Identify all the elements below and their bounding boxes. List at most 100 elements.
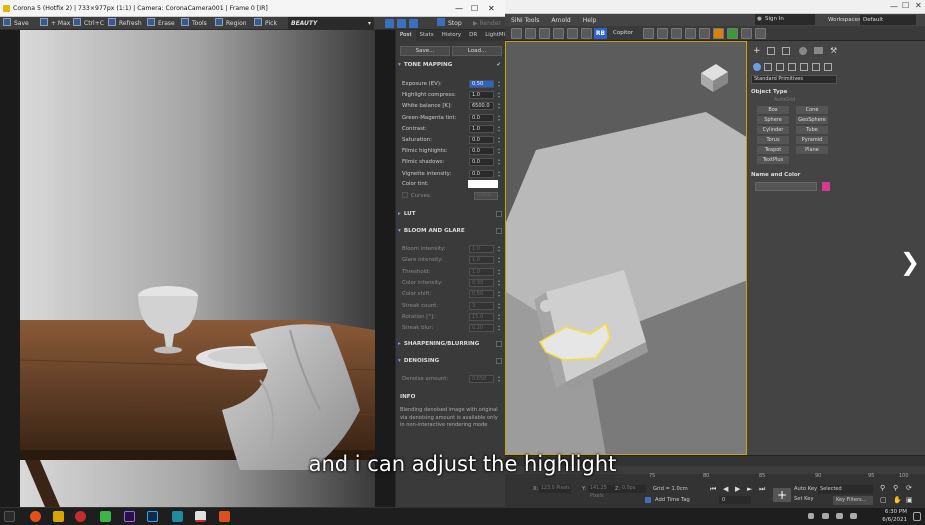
tab-dr[interactable]: DR xyxy=(465,30,481,41)
primitive-button[interactable]: Pyramid xyxy=(796,136,828,144)
zoom-in-icon[interactable] xyxy=(385,19,394,28)
play-icon[interactable]: ▶ xyxy=(735,485,740,493)
region-button[interactable]: Region xyxy=(215,17,247,30)
tools-button[interactable]: Tools xyxy=(181,17,207,30)
layer-icon[interactable] xyxy=(525,28,536,39)
primitive-button[interactable]: Plane xyxy=(796,146,828,154)
keyboard-icon[interactable] xyxy=(850,513,857,519)
save-button[interactable]: Save xyxy=(3,17,29,30)
x-coordinate-field[interactable]: 123.0 Pixels xyxy=(539,485,571,493)
app-icon[interactable] xyxy=(75,511,86,522)
zoom-all-icon[interactable]: ⚲ xyxy=(893,484,898,492)
schematic-icon[interactable] xyxy=(539,28,550,39)
curves-checkbox[interactable] xyxy=(402,192,408,198)
teapot-last-icon[interactable] xyxy=(671,28,682,39)
maximize-icon[interactable]: ☐ xyxy=(902,1,909,10)
spinner-icon[interactable]: ▴ ▾ xyxy=(498,124,500,133)
volume-icon[interactable] xyxy=(836,513,843,519)
pan-icon[interactable]: ✋ xyxy=(893,496,902,504)
primitive-button[interactable]: Tube xyxy=(796,126,828,134)
rb-button[interactable]: RB xyxy=(594,28,607,39)
next-frame-icon[interactable]: ► xyxy=(747,485,752,493)
spinner-icon[interactable]: ▴ ▾ xyxy=(498,91,500,99)
image-icon[interactable] xyxy=(699,28,710,39)
shapes-icon[interactable] xyxy=(764,63,772,71)
3ds-max-icon[interactable] xyxy=(172,511,183,522)
spinner-icon[interactable]: ▴ ▾ xyxy=(498,169,500,178)
close-icon[interactable]: ✕ xyxy=(488,0,495,17)
sharpening-header[interactable]: ▸ SHARPENING/BLURRING xyxy=(398,339,504,349)
bloom-glare-header[interactable]: ▾ BLOOM AND GLARE xyxy=(398,226,504,236)
tab-post[interactable]: Post xyxy=(396,30,416,41)
create-tab-icon[interactable]: + xyxy=(753,46,761,56)
parameter-value-field[interactable]: 0.50 xyxy=(469,290,494,299)
spinner-icon[interactable]: ▴ ▾ xyxy=(498,102,500,110)
primitives-dropdown[interactable]: Standard Primitives xyxy=(751,75,837,84)
parameter-value-field[interactable]: 0.30 xyxy=(469,278,494,287)
key-mode-icon[interactable]: + xyxy=(773,488,791,502)
parameter-value-field[interactable]: 0.0 xyxy=(469,113,494,122)
load-preset-button[interactable]: Load... xyxy=(452,46,502,56)
utilities-tab-icon[interactable]: ⚒ xyxy=(830,46,837,55)
lut-enable-checkbox[interactable] xyxy=(496,211,502,217)
spinner-icon[interactable]: ▴ ▾ xyxy=(498,375,500,383)
file-explorer-icon[interactable] xyxy=(53,511,64,522)
render-image[interactable] xyxy=(0,30,395,507)
tab-history[interactable]: History xyxy=(438,30,466,41)
zoom-extents-icon[interactable]: ▢ xyxy=(880,496,887,504)
material-editor-icon[interactable] xyxy=(553,28,564,39)
object-color-swatch[interactable] xyxy=(822,182,830,191)
primitive-button[interactable]: GeoSphere xyxy=(796,116,828,124)
name-color-header[interactable]: Name and Color xyxy=(751,171,833,179)
minimize-icon[interactable]: — xyxy=(455,0,463,17)
max-button[interactable]: + Max xyxy=(40,17,70,30)
parameter-value-field[interactable]: 1.0 xyxy=(469,267,494,276)
menu-item-help[interactable]: Help xyxy=(577,17,603,24)
refresh-button[interactable]: Refresh xyxy=(108,17,142,30)
systems-icon[interactable] xyxy=(824,63,832,71)
render-frame-icon[interactable] xyxy=(581,28,592,39)
spinner-icon[interactable]: ▴ ▾ xyxy=(498,278,500,287)
display-tab-icon[interactable] xyxy=(814,47,823,54)
render-pass-dropdown[interactable]: BEAUTY ▾ xyxy=(288,17,374,30)
copy-button[interactable]: Ctrl+C xyxy=(73,17,104,30)
curves-editor-button[interactable]: Editor... xyxy=(474,192,498,200)
photoshop-icon[interactable] xyxy=(147,511,158,522)
cameras-icon[interactable] xyxy=(788,63,796,71)
modify-tab-icon[interactable] xyxy=(767,47,775,55)
parameter-value-field[interactable]: 0.50 xyxy=(469,80,494,88)
parameter-value-field[interactable]: 1.0 xyxy=(469,91,494,100)
primitive-button[interactable]: Torus xyxy=(757,136,789,144)
color-tint-swatch[interactable] xyxy=(468,180,498,188)
teapot-render-icon[interactable] xyxy=(643,28,654,39)
autocad-icon[interactable] xyxy=(195,511,206,522)
parameter-value-field[interactable]: 1.0 xyxy=(469,124,494,133)
parameter-value-field[interactable]: 0.0 xyxy=(469,169,494,178)
spinner-icon[interactable]: ▴ ▾ xyxy=(498,324,500,332)
parameter-value-field[interactable]: 6500.0 xyxy=(469,102,494,111)
table-icon[interactable] xyxy=(755,28,766,39)
spinner-icon[interactable]: ▴ ▾ xyxy=(498,147,500,155)
hierarchy-tab-icon[interactable] xyxy=(782,47,790,55)
motion-tab-icon[interactable] xyxy=(799,47,807,55)
fstorm-icon[interactable] xyxy=(713,28,724,39)
start-icon[interactable] xyxy=(4,511,15,522)
denoise-amount-field[interactable]: 0.650 xyxy=(469,375,494,383)
spinner-icon[interactable]: ▴ ▾ xyxy=(498,245,500,253)
network-icon[interactable] xyxy=(822,513,829,519)
pick-button[interactable]: Pick xyxy=(254,17,277,30)
zoom-fit-icon[interactable] xyxy=(409,19,418,28)
key-filters-button[interactable]: Key Filters... xyxy=(833,496,873,505)
go-to-end-icon[interactable]: ⏭ xyxy=(759,485,765,494)
spinner-icon[interactable]: ▴ ▾ xyxy=(498,290,500,298)
parameter-value-field[interactable]: 0.0 xyxy=(469,147,494,156)
maximize-icon[interactable]: ☐ xyxy=(471,0,478,17)
lights-icon[interactable] xyxy=(776,63,784,71)
tone-mapping-header[interactable]: ▾ TONE MAPPING ✓ xyxy=(398,60,504,70)
prev-frame-icon[interactable]: ◀ xyxy=(723,485,728,493)
autogrid-checkbox[interactable]: AutoGrid xyxy=(774,98,795,103)
wrench-icon[interactable] xyxy=(741,28,752,39)
primitive-button[interactable]: Cylinder xyxy=(757,126,789,134)
tree-icon[interactable] xyxy=(727,28,738,39)
parameter-value-field[interactable]: 1.0 xyxy=(469,245,494,253)
